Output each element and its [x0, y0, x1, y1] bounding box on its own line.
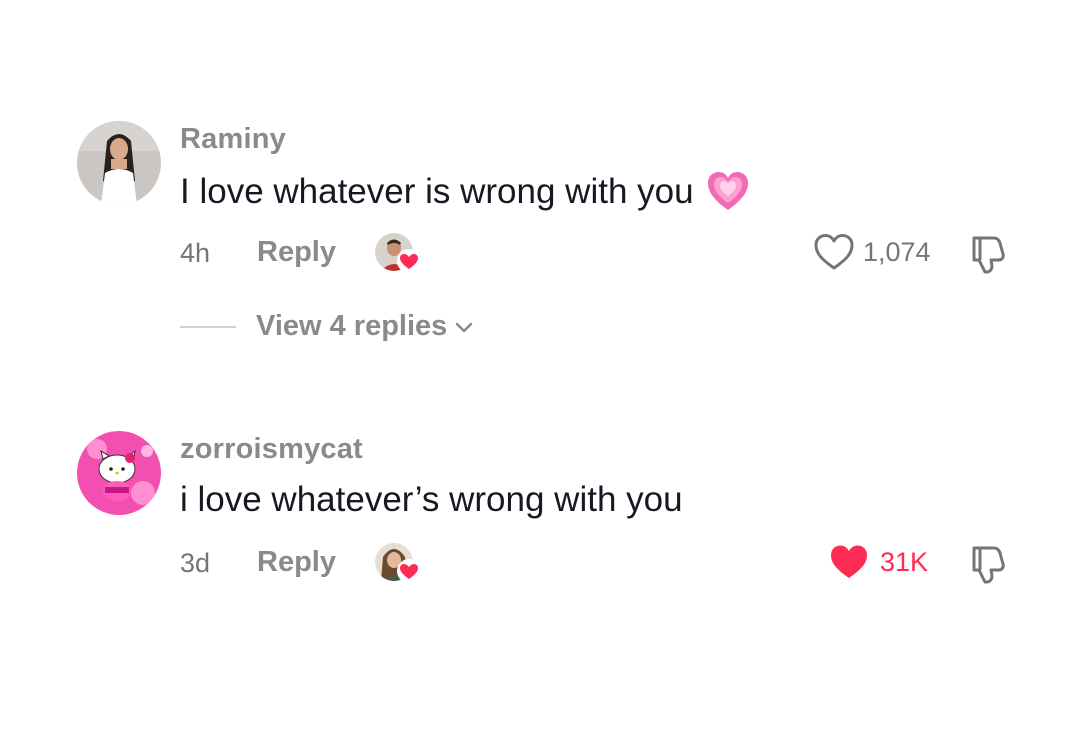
- user-avatar[interactable]: [77, 121, 161, 205]
- creator-liked-badge: [375, 233, 421, 275]
- reply-button[interactable]: Reply: [257, 236, 336, 269]
- reply-button[interactable]: Reply: [257, 546, 336, 579]
- thumbs-down-icon[interactable]: [966, 542, 1010, 586]
- comment-body: i love whatever’s wrong with you: [180, 480, 683, 519]
- growing-heart-emoji-icon: [706, 170, 750, 214]
- like-count: 31K: [880, 547, 929, 577]
- comment-text: I love whatever is wrong with you: [180, 170, 750, 214]
- comment-time: 3d: [180, 548, 211, 578]
- like-count: 1,074: [863, 237, 931, 267]
- user-avatar[interactable]: [77, 431, 161, 515]
- divider: [180, 325, 236, 328]
- comment-body: I love whatever is wrong with you: [180, 172, 694, 211]
- comment-text: i love whatever’s wrong with you: [180, 480, 683, 520]
- heart-filled-icon[interactable]: [828, 542, 870, 582]
- heart-outline-icon[interactable]: [813, 232, 855, 272]
- comment-time: 4h: [180, 238, 211, 268]
- thumbs-down-icon[interactable]: [966, 232, 1010, 276]
- username[interactable]: Raminy: [180, 123, 286, 156]
- heart-filled-icon: [397, 559, 421, 583]
- view-replies-button[interactable]: View 4 replies: [180, 310, 475, 343]
- username[interactable]: zorroismycat: [180, 433, 363, 466]
- view-replies-label: View 4 replies: [256, 310, 448, 342]
- chevron-down-icon: [456, 322, 473, 332]
- heart-filled-icon: [397, 249, 421, 273]
- creator-liked-badge: [375, 543, 421, 585]
